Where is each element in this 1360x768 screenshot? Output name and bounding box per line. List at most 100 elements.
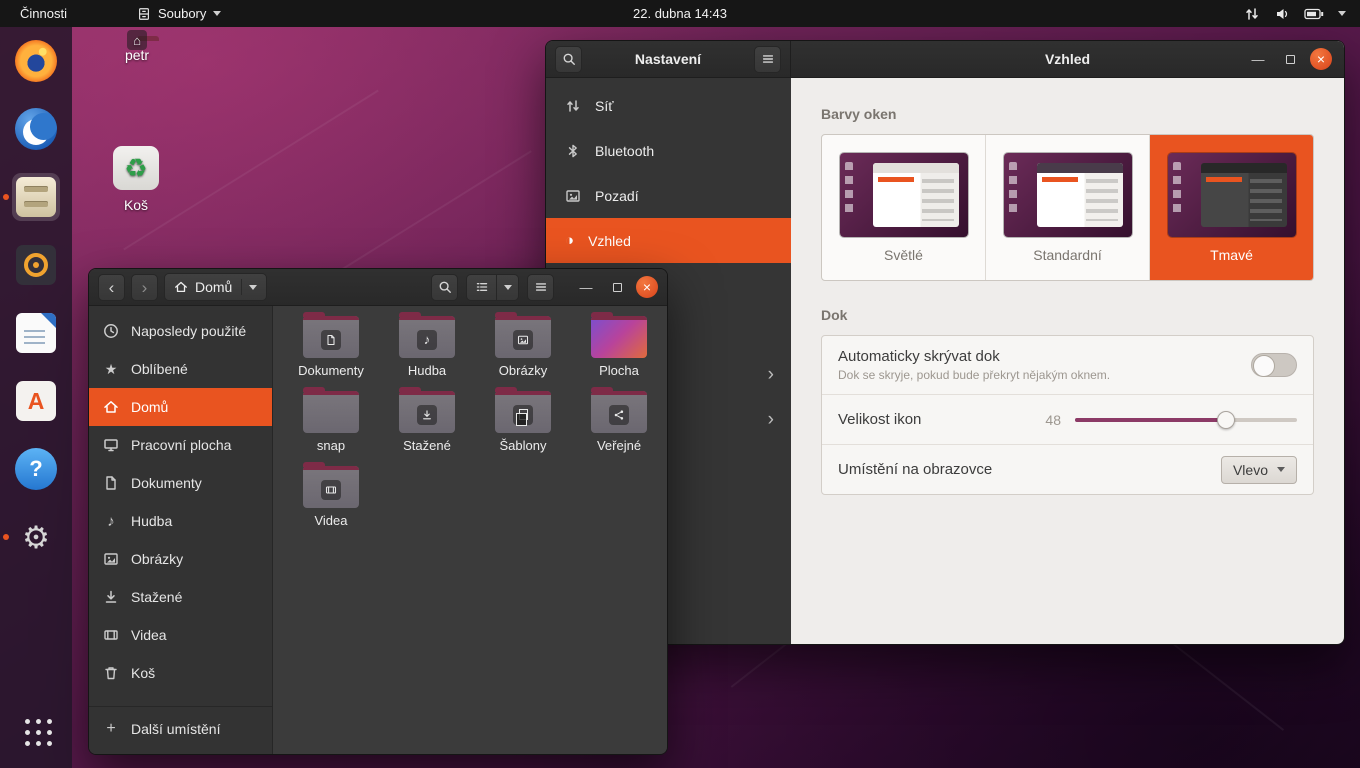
- settings-sidebar-titlebar[interactable]: Nastavení: [546, 41, 791, 78]
- forward-button[interactable]: ›: [131, 274, 158, 301]
- theme-option-standard[interactable]: Standardní: [986, 135, 1150, 280]
- view-options-button[interactable]: [497, 275, 518, 300]
- maximize-button[interactable]: [1278, 47, 1302, 71]
- dock-item-software[interactable]: A: [12, 377, 60, 425]
- sidebar-item-other-locations[interactable]: + Další umístění: [89, 706, 272, 750]
- sidebar-item-starred[interactable]: ★ Oblíbené: [89, 350, 272, 388]
- list-view-button[interactable]: [467, 275, 497, 300]
- clock[interactable]: 22. dubna 14:43: [633, 6, 727, 21]
- app-menu-button[interactable]: Soubory: [137, 6, 221, 21]
- dock-settings: Automaticky skrývat dok Dok se skryje, p…: [821, 335, 1314, 495]
- sidebar-item-videos[interactable]: Videa: [89, 616, 272, 654]
- folder-pictures[interactable]: Obrázky: [475, 316, 571, 391]
- folder-public[interactable]: Veřejné: [571, 391, 667, 466]
- battery-icon: [1304, 8, 1324, 20]
- folder-desktop[interactable]: Plocha: [571, 316, 667, 391]
- sidebar-item-documents[interactable]: Dokumenty: [89, 464, 272, 502]
- activities-button[interactable]: Činnosti: [14, 6, 73, 21]
- settings-menu-button[interactable]: [754, 46, 781, 73]
- sidebar-item-background[interactable]: Pozadí: [546, 173, 791, 218]
- sidebar-item-bluetooth[interactable]: Bluetooth: [546, 128, 791, 173]
- settings-window-title: Nastavení: [635, 51, 701, 67]
- folder-templates[interactable]: Šablony: [475, 391, 571, 466]
- sidebar-item-appearance[interactable]: ◑ Vzhled: [546, 218, 791, 263]
- position-row: Umístění na obrazovce Vlevo: [822, 444, 1313, 494]
- desktop-icon-home[interactable]: ⌂ petr: [98, 40, 176, 63]
- folder-snap[interactable]: snap: [283, 391, 379, 466]
- close-button[interactable]: ×: [636, 276, 658, 298]
- back-button[interactable]: ‹: [98, 274, 125, 301]
- close-button[interactable]: ×: [1310, 48, 1332, 70]
- sidebar-item-network[interactable]: Síť: [546, 83, 791, 128]
- sidebar-item-trash[interactable]: Koš: [89, 654, 272, 692]
- sidebar-item-pictures[interactable]: Obrázky: [89, 540, 272, 578]
- maximize-button[interactable]: [605, 275, 629, 299]
- chevron-right-icon[interactable]: ›: [768, 410, 774, 429]
- sidebar-item-desktop[interactable]: Pracovní plocha: [89, 426, 272, 464]
- folder-icon: [303, 466, 359, 508]
- folder-icon: ♪: [399, 316, 455, 358]
- sidebar-item-recent[interactable]: Naposledy použité: [89, 312, 272, 350]
- dock-item-settings[interactable]: ⚙: [12, 513, 60, 561]
- files-headerbar[interactable]: ‹ › Domů — ×: [89, 269, 667, 306]
- picture-icon: [103, 551, 119, 567]
- sidebar-item-label: Hudba: [131, 513, 172, 529]
- desktop-icon-trash[interactable]: ♻ Koš: [97, 146, 175, 213]
- minimize-button[interactable]: —: [1246, 47, 1270, 71]
- files-app-icon: [137, 7, 151, 21]
- dock-item-files[interactable]: [12, 173, 60, 221]
- folder-videos[interactable]: Videa: [283, 466, 379, 541]
- top-bar: Činnosti Soubory 22. dubna 14:43: [0, 0, 1360, 27]
- thunderbird-icon: [15, 108, 57, 150]
- rhythmbox-icon: [16, 245, 56, 285]
- folder-label: Stažené: [403, 438, 451, 453]
- folder-music[interactable]: ♪ Hudba: [379, 316, 475, 391]
- autohide-row: Automaticky skrývat dok Dok se skryje, p…: [822, 336, 1313, 394]
- chevron-right-icon[interactable]: ›: [768, 365, 774, 384]
- dock-item-thunderbird[interactable]: [12, 105, 60, 153]
- theme-option-light[interactable]: Světlé: [822, 135, 986, 280]
- dock: A ? ⚙: [0, 27, 72, 768]
- trash-icon: [103, 665, 119, 681]
- autohide-toggle[interactable]: [1251, 353, 1297, 377]
- network-icon: [1244, 6, 1260, 22]
- caret-down-icon: [249, 285, 257, 290]
- music-icon: ♪: [103, 514, 119, 529]
- search-button[interactable]: [431, 274, 458, 301]
- slider-handle[interactable]: [1217, 411, 1235, 429]
- sidebar-item-label: Obrázky: [131, 551, 183, 567]
- dock-item-firefox[interactable]: [12, 37, 60, 85]
- theme-preview-light: [840, 153, 968, 237]
- theme-label: Světlé: [884, 247, 923, 263]
- sidebar-item-label: Naposledy použité: [131, 323, 246, 339]
- sidebar-item-home[interactable]: Domů: [89, 388, 272, 426]
- sidebar-item-music[interactable]: ♪ Hudba: [89, 502, 272, 540]
- position-dropdown[interactable]: Vlevo: [1221, 456, 1297, 484]
- folder-documents[interactable]: Dokumenty: [283, 316, 379, 391]
- document-emblem-icon: [321, 330, 341, 350]
- folder-label: Veřejné: [597, 438, 641, 453]
- minimize-button[interactable]: —: [574, 275, 598, 299]
- system-tray[interactable]: [1244, 6, 1346, 22]
- caret-down-icon: [213, 11, 221, 16]
- folder-downloads[interactable]: Stažené: [379, 391, 475, 466]
- files-sidebar: Naposledy použité ★ Oblíbené Domů Pracov…: [89, 306, 273, 754]
- sidebar-item-label: Koš: [131, 665, 155, 681]
- dock-item-help[interactable]: ?: [12, 445, 60, 493]
- autohide-description: Dok se skryje, pokud bude překryt nějaký…: [838, 368, 1110, 382]
- dock-item-show-applications[interactable]: [12, 706, 60, 754]
- dock-item-rhythmbox[interactable]: [12, 241, 60, 289]
- icon-size-value: 48: [1045, 412, 1061, 428]
- folder-label: Dokumenty: [298, 363, 364, 378]
- volume-icon: [1274, 6, 1290, 22]
- icon-size-slider[interactable]: [1075, 410, 1297, 430]
- settings-panel-titlebar[interactable]: Vzhled — ×: [791, 41, 1344, 78]
- settings-gear-icon: ⚙: [22, 522, 50, 553]
- settings-search-button[interactable]: [555, 46, 582, 73]
- sidebar-item-downloads[interactable]: Stažené: [89, 578, 272, 616]
- folder-icon: [591, 391, 647, 433]
- location-button[interactable]: Domů: [164, 273, 267, 301]
- dock-item-writer[interactable]: [12, 309, 60, 357]
- window-menu-button[interactable]: [527, 274, 554, 301]
- theme-option-dark[interactable]: Tmavé: [1150, 135, 1313, 280]
